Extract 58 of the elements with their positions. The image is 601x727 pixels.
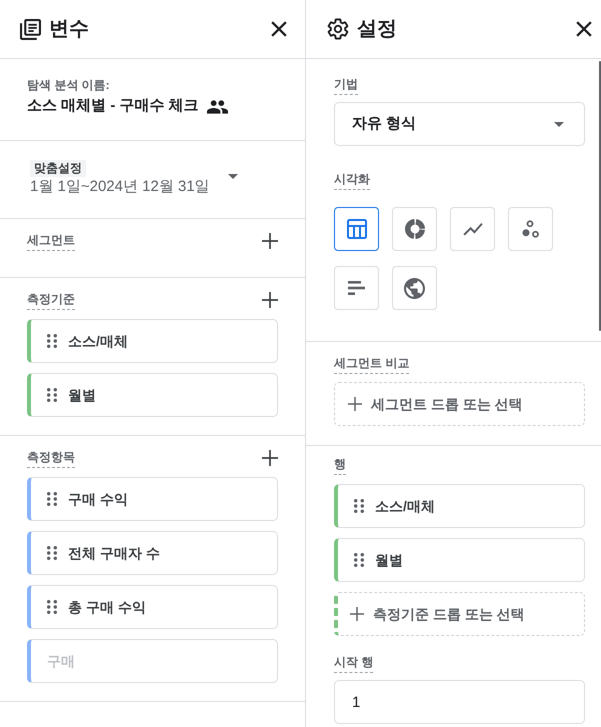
segment-drop-zone[interactable]: 세그먼트 드롭 또는 선택 [334,382,585,426]
section-label: 측정기준 [27,290,75,310]
add-button[interactable] [262,233,278,249]
row-dimension-item[interactable]: 월별 [334,538,585,582]
plus-icon [262,292,278,308]
donut-chart-icon [404,219,424,239]
metric-search-field[interactable]: 구매 [27,639,278,683]
section-label: 측정항목 [27,448,75,468]
visualization-button[interactable] [334,207,379,251]
close-button[interactable] [576,21,592,37]
dimension-drop-zone[interactable]: 측정기준 드롭 또는 선택 [334,592,585,636]
metric-item[interactable]: 구매 수익 [27,477,278,521]
settings-icon [327,18,349,40]
dimension-item[interactable]: 소스/매체 [27,319,278,363]
exploration-name[interactable]: 소스 매체별 - 구매수 체크 [27,95,199,117]
section-label: 세그먼트 [27,232,75,250]
row-dimension-item[interactable]: 소스/매체 [334,484,585,528]
section-label: 시작 행 [334,654,374,672]
scrollbar-thumb[interactable] [599,61,601,331]
caret-down-icon[interactable] [228,174,238,179]
line-chart-icon [462,222,482,236]
drag-handle-icon[interactable] [47,600,57,614]
close-icon [576,21,592,37]
section-label: 기법 [334,76,358,94]
panel-title: 변수 [49,17,89,41]
drag-handle-icon[interactable] [47,334,57,348]
add-button[interactable] [262,450,278,466]
table-icon [346,219,366,239]
plus-icon [348,397,362,411]
start-row-field[interactable]: 1 [334,680,585,724]
plus-icon [262,233,278,249]
plus-icon [262,450,278,466]
globe-icon [404,278,425,298]
drag-handle-icon[interactable] [47,388,57,402]
panel-title: 설정 [357,17,397,41]
field-label: 탐색 분석 이름: [27,77,111,93]
close-button[interactable] [271,21,287,37]
library-icon [20,18,41,40]
add-button[interactable] [262,292,278,308]
technique-dropdown[interactable]: 자유 형식 [334,102,585,146]
close-icon [271,21,287,37]
plus-icon [350,607,364,621]
metric-item[interactable]: 전체 구매자 수 [27,531,278,575]
dimension-item[interactable]: 월별 [27,373,278,417]
scatter-plot-icon [522,220,539,238]
people-icon[interactable] [206,100,228,114]
bar-chart-icon [348,281,365,295]
date-preset-tag: 맞춤설정 [30,160,86,177]
metric-item[interactable]: 총 구매 수익 [27,585,278,629]
drag-handle-icon[interactable] [354,499,364,513]
section-label: 세그먼트 비교 [334,354,410,374]
caret-down-icon[interactable] [554,122,564,126]
date-range-text[interactable]: 1월 1일~2024년 12월 31일 [30,177,210,197]
section-label: 행 [334,456,346,474]
section-label: 시각화 [334,170,370,190]
drag-handle-icon[interactable] [47,492,57,506]
drag-handle-icon[interactable] [354,553,364,567]
drag-handle-icon[interactable] [47,546,57,560]
